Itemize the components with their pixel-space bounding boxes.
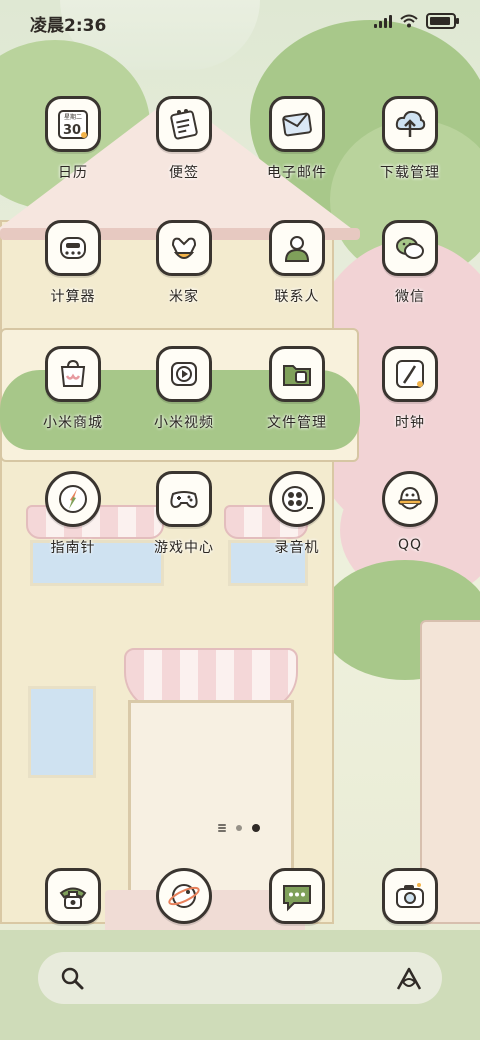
browser-icon xyxy=(156,868,212,924)
app-label: 日历 xyxy=(58,165,88,181)
camera-icon xyxy=(382,868,438,924)
home-screen: 凌晨2:36 星期二 30 日历 便签 电子邮件 下载管理 计算器 米家 联系人… xyxy=(0,0,480,1040)
page-indicator-menu[interactable] xyxy=(218,827,226,829)
app-calendar[interactable]: 星期二 30 日历 xyxy=(18,96,128,182)
mihome-icon xyxy=(156,220,212,276)
app-label: QQ xyxy=(397,537,423,553)
battery-icon xyxy=(426,13,459,29)
app-mistore[interactable]: 小米商城 xyxy=(18,346,128,432)
status-icons xyxy=(374,13,459,29)
dock-camera[interactable] xyxy=(355,868,465,924)
app-recorder[interactable]: 录音机 xyxy=(242,471,352,557)
app-downloads[interactable]: 下载管理 xyxy=(355,96,465,182)
app-label: 下载管理 xyxy=(380,165,440,181)
calendar-day: 30 xyxy=(63,123,81,138)
notes-icon xyxy=(156,96,212,152)
page-dot-active[interactable] xyxy=(252,824,260,832)
app-label: 文件管理 xyxy=(267,415,327,431)
search-icon[interactable] xyxy=(58,964,86,992)
shop-door xyxy=(128,700,294,896)
status-bar: 凌晨2:36 xyxy=(0,0,480,42)
app-mihome[interactable]: 米家 xyxy=(129,220,239,306)
download-icon xyxy=(382,96,438,152)
calendar-weekday: 星期二 xyxy=(64,113,82,121)
video-play-icon xyxy=(156,346,212,402)
app-label: 米家 xyxy=(169,289,199,305)
gamepad-icon xyxy=(156,471,212,527)
clock-icon xyxy=(382,346,438,402)
app-label: 指南针 xyxy=(50,540,96,556)
app-qq[interactable]: QQ xyxy=(355,471,465,553)
app-notes[interactable]: 便签 xyxy=(129,96,239,182)
app-files[interactable]: 文件管理 xyxy=(242,346,352,432)
shopping-bag-icon xyxy=(45,346,101,402)
app-label: 联系人 xyxy=(274,289,320,305)
signal-icon xyxy=(374,14,392,28)
search-bar[interactable] xyxy=(38,952,442,1004)
app-mivideo[interactable]: 小米视频 xyxy=(129,346,239,432)
contacts-icon xyxy=(269,220,325,276)
folder-icon xyxy=(269,346,325,402)
dock-messages[interactable] xyxy=(242,868,352,924)
calculator-icon xyxy=(45,220,101,276)
app-calculator[interactable]: 计算器 xyxy=(18,220,128,306)
app-games[interactable]: 游戏中心 xyxy=(129,471,239,557)
app-label: 电子邮件 xyxy=(267,165,327,181)
app-label: 计算器 xyxy=(50,289,96,305)
side-window xyxy=(28,686,96,778)
compass-icon xyxy=(45,471,101,527)
app-label: 录音机 xyxy=(274,540,320,556)
dock-phone[interactable] xyxy=(18,868,128,924)
page-dot[interactable] xyxy=(236,825,242,831)
wifi-icon xyxy=(400,14,418,28)
app-label: 小米商城 xyxy=(43,415,103,431)
dock-browser[interactable] xyxy=(129,868,239,924)
app-contacts[interactable]: 联系人 xyxy=(242,220,352,306)
app-email[interactable]: 电子邮件 xyxy=(242,96,352,182)
status-time: 凌晨2:36 xyxy=(30,16,107,36)
app-compass[interactable]: 指南针 xyxy=(18,471,128,557)
email-icon xyxy=(269,96,325,152)
calendar-icon: 星期二 30 xyxy=(45,96,101,152)
app-clock[interactable]: 时钟 xyxy=(355,346,465,432)
recorder-icon xyxy=(269,471,325,527)
qq-icon xyxy=(382,471,438,527)
app-label: 微信 xyxy=(395,289,425,305)
page-indicator[interactable] xyxy=(218,824,260,832)
phone-icon xyxy=(45,868,101,924)
app-label: 时钟 xyxy=(395,415,425,431)
assistant-icon[interactable] xyxy=(394,964,424,994)
message-icon xyxy=(269,868,325,924)
app-wechat[interactable]: 微信 xyxy=(355,220,465,306)
wechat-icon xyxy=(382,220,438,276)
app-label: 便签 xyxy=(169,165,199,181)
app-label: 小米视频 xyxy=(154,415,214,431)
app-label: 游戏中心 xyxy=(154,540,214,556)
